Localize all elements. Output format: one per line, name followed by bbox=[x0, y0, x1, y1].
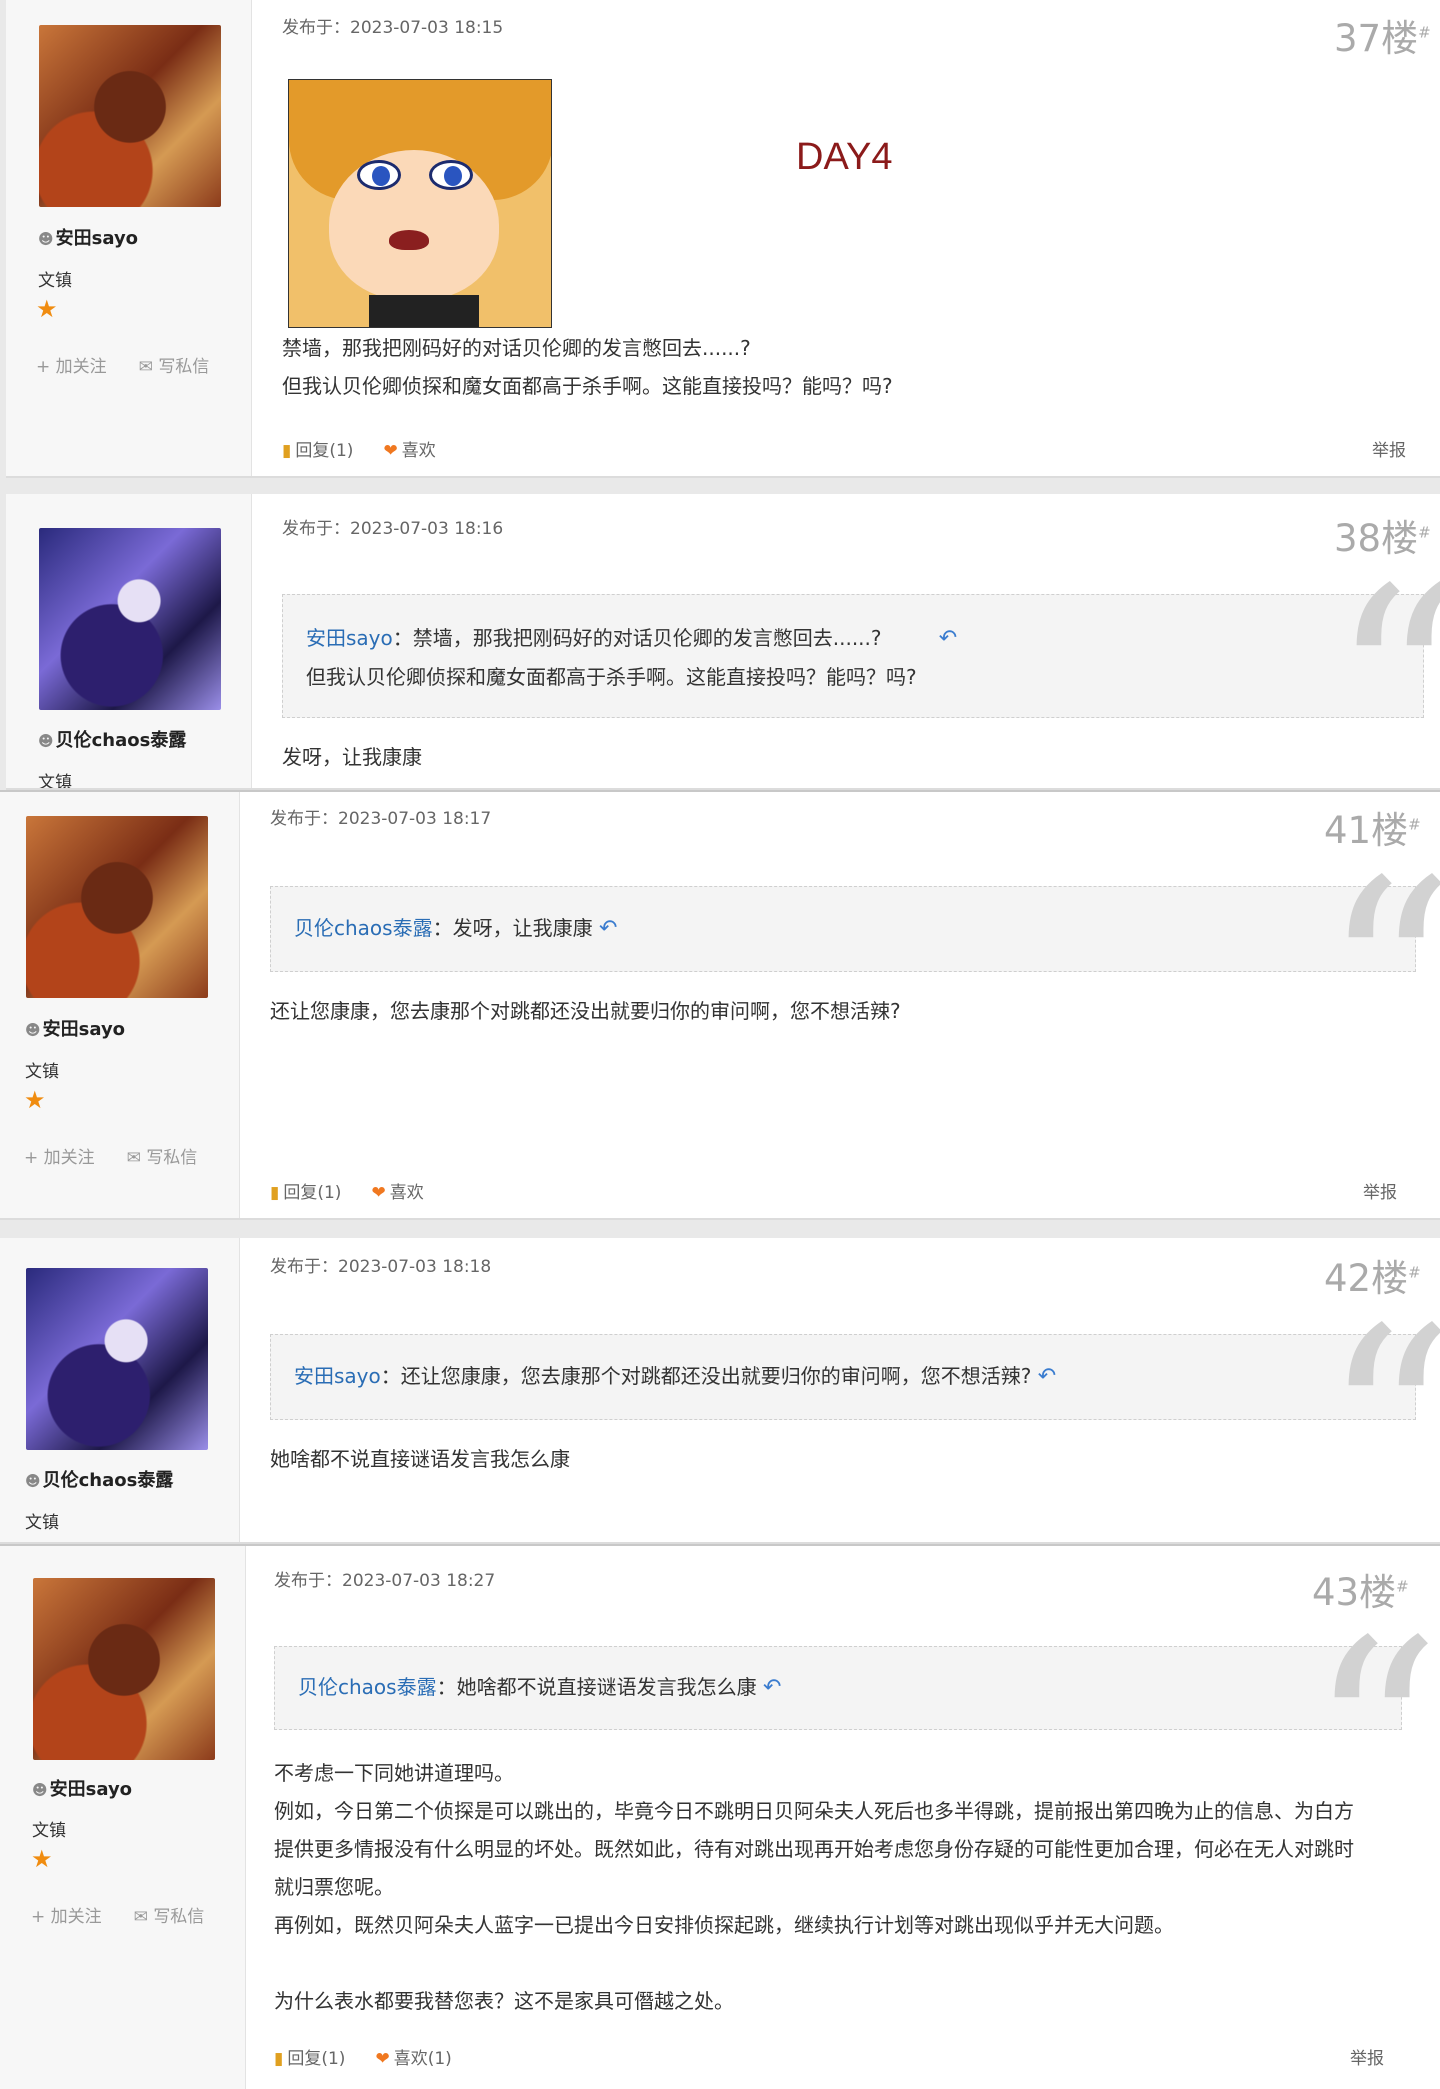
post-body: 她啥都不说直接谜语发言我怎么康 bbox=[270, 1447, 570, 1471]
username[interactable]: ☻ 安田sayo bbox=[25, 1015, 125, 1041]
user-icon: ☻ bbox=[38, 732, 54, 750]
sticker-image bbox=[288, 79, 552, 328]
avatar[interactable] bbox=[26, 1268, 208, 1450]
username[interactable]: ☻ 贝伦chaos泰露 bbox=[38, 726, 186, 752]
message-button[interactable]: ✉ 写私信 bbox=[127, 1148, 214, 1168]
quote-block: “ 贝伦chaos泰露：她啥都不说直接谜语发言我怎么康 ↶ bbox=[274, 1607, 1440, 1867]
like-button[interactable]: ❤ 喜欢 bbox=[353, 441, 435, 461]
sticker-caption: DAY4 bbox=[796, 136, 893, 178]
username[interactable]: ☻ 安田sayo bbox=[32, 1775, 132, 1801]
user-actions: + 加关注 ✉ 写私信 bbox=[24, 1143, 229, 1168]
post-footer: ▮ 回复(1) ❤ 喜欢 bbox=[282, 436, 436, 461]
star-icon: ★ bbox=[24, 1086, 46, 1114]
post-footer: ▮ 回复(1) ❤ 喜欢 bbox=[270, 1178, 424, 1203]
report-link[interactable]: 举报 bbox=[1372, 436, 1406, 461]
post-footer: ▮ 回复(1) ❤ 喜欢(1) bbox=[274, 2044, 452, 2069]
quote-username[interactable]: 安田sayo bbox=[306, 626, 393, 650]
heart-icon: ❤ bbox=[375, 2049, 390, 2069]
username[interactable]: ☻ 贝伦chaos泰露 bbox=[25, 1466, 173, 1492]
quote-mark-icon: “ bbox=[1330, 534, 1440, 790]
quote-username[interactable]: 贝伦chaos泰露 bbox=[298, 1675, 437, 1699]
avatar[interactable] bbox=[39, 25, 221, 207]
quote-block: “ 安田sayo：还让您康康，您去康那个对跳都还没出就要归你的审问啊，您不想活辣… bbox=[270, 1295, 1440, 1542]
post-body: 禁墙，那我把刚码好的对话贝伦卿的发言憋回去......? 但我认贝伦卿侦探和魔女面… bbox=[282, 336, 893, 398]
quote-text: 安田sayo：还让您康康，您去康那个对跳都还没出就要归你的审问啊，您不想活辣? … bbox=[294, 1364, 1057, 1389]
floor-number: 37楼# bbox=[1334, 17, 1431, 60]
post-42: ☻ 贝伦chaos泰露 文镇 发布于：2023-07-03 18:18 42楼# … bbox=[0, 1238, 1440, 1544]
post-time: 发布于：2023-07-03 18:18 bbox=[270, 1257, 492, 1277]
quote-text: 贝伦chaos泰露：发呀，让我康康 ↶ bbox=[294, 916, 618, 941]
follow-button[interactable]: + 加关注 bbox=[36, 357, 123, 377]
user-level: 文镇 bbox=[38, 271, 72, 291]
quote-mark-icon: “ bbox=[1322, 826, 1440, 1128]
post-41: ☻ 安田sayo 文镇 ★ + 加关注 ✉ 写私信 发布于：2023-07-03 1… bbox=[0, 790, 1440, 1220]
username[interactable]: ☻ 安田sayo bbox=[38, 224, 138, 250]
reply-button[interactable]: ▮ 回复(1) bbox=[282, 441, 353, 461]
user-level: 文镇 bbox=[25, 1062, 59, 1082]
user-sidebar: ☻ 贝伦chaos泰露 文镇 bbox=[0, 1238, 240, 1542]
user-icon: ☻ bbox=[25, 1472, 41, 1490]
user-icon: ☻ bbox=[38, 230, 54, 248]
heart-icon: ❤ bbox=[383, 441, 398, 461]
avatar[interactable] bbox=[26, 816, 208, 998]
avatar[interactable] bbox=[39, 528, 221, 710]
quote-block: “ 贝伦chaos泰露：发呀，让我康康 ↶ bbox=[270, 847, 1440, 1107]
quote-text: 贝伦chaos泰露：她啥都不说直接谜语发言我怎么康 ↶ bbox=[298, 1675, 782, 1700]
report-link[interactable]: 举报 bbox=[1363, 1178, 1397, 1203]
user-sidebar: ☻ 安田sayo 文镇 ★ + 加关注 ✉ 写私信 bbox=[6, 0, 252, 476]
post-38: ☻ 贝伦chaos泰露 文镇 发布于：2023-07-03 18:16 38楼# … bbox=[6, 494, 1440, 790]
post-time: 发布于：2023-07-03 18:17 bbox=[270, 809, 492, 829]
quote-username[interactable]: 贝伦chaos泰露 bbox=[294, 916, 433, 940]
jump-to-quote-icon[interactable]: ↶ bbox=[763, 1675, 781, 1700]
user-sidebar: ☻ 安田sayo 文镇 ★ + 加关注 ✉ 写私信 bbox=[0, 1546, 246, 2089]
reply-button[interactable]: ▮ 回复(1) bbox=[270, 1183, 341, 1203]
post-time: 发布于：2023-07-03 18:15 bbox=[282, 18, 504, 38]
reply-button[interactable]: ▮ 回复(1) bbox=[274, 2049, 345, 2069]
jump-to-quote-icon[interactable]: ↶ bbox=[939, 626, 957, 651]
user-sidebar: ☻ 安田sayo 文镇 ★ + 加关注 ✉ 写私信 bbox=[0, 792, 240, 1218]
quote-username[interactable]: 安田sayo bbox=[294, 1364, 381, 1388]
avatar[interactable] bbox=[33, 1578, 215, 1760]
comment-icon: ▮ bbox=[270, 1183, 280, 1203]
report-link[interactable]: 举报 bbox=[1350, 2044, 1384, 2069]
post-time: 发布于：2023-07-03 18:27 bbox=[274, 1571, 496, 1591]
user-actions: + 加关注 ✉ 写私信 bbox=[36, 352, 241, 377]
post-body: 发呀，让我康康 bbox=[282, 745, 422, 769]
user-icon: ☻ bbox=[25, 1021, 41, 1039]
like-button[interactable]: ❤ 喜欢(1) bbox=[345, 2049, 451, 2069]
post-time: 发布于：2023-07-03 18:16 bbox=[282, 519, 504, 539]
quote-mark-icon: “ bbox=[1322, 1274, 1440, 1544]
user-actions: + 加关注 ✉ 写私信 bbox=[31, 1902, 236, 1927]
follow-button[interactable]: + 加关注 bbox=[31, 1907, 118, 1927]
message-button[interactable]: ✉ 写私信 bbox=[134, 1907, 221, 1927]
jump-to-quote-icon[interactable]: ↶ bbox=[1038, 1364, 1056, 1389]
like-button[interactable]: ❤ 喜欢 bbox=[341, 1183, 423, 1203]
user-level: 文镇 bbox=[25, 1513, 59, 1533]
star-icon: ★ bbox=[31, 1845, 53, 1873]
post-body: 还让您康康，您去康那个对跳都还没出就要归你的审问啊，您不想活辣? bbox=[270, 999, 901, 1023]
post-37: ☻ 安田sayo 文镇 ★ + 加关注 ✉ 写私信 发布于：2023-07-03 1… bbox=[6, 0, 1440, 478]
jump-to-quote-icon[interactable]: ↶ bbox=[599, 916, 617, 941]
quote-text: 安田sayo：禁墙，那我把刚码好的对话贝伦卿的发言憋回去......? ↶ 但我… bbox=[306, 626, 958, 689]
comment-icon: ▮ bbox=[282, 441, 292, 461]
star-icon: ★ bbox=[36, 295, 58, 323]
comment-icon: ▮ bbox=[274, 2049, 284, 2069]
post-43: ☻ 安田sayo 文镇 ★ + 加关注 ✉ 写私信 发布于：2023-07-03 1… bbox=[0, 1544, 1440, 2089]
quote-block: “ 安田sayo：禁墙，那我把刚码好的对话贝伦卿的发言憋回去......? ↶ … bbox=[282, 555, 1440, 788]
follow-button[interactable]: + 加关注 bbox=[24, 1148, 111, 1168]
heart-icon: ❤ bbox=[371, 1183, 386, 1203]
user-icon: ☻ bbox=[32, 1781, 48, 1799]
post-body: 不考虑一下同她讲道理吗。 例如，今日第二个侦探是可以跳出的，毕竟今日不跳明日贝阿… bbox=[274, 1761, 1354, 2013]
user-level: 文镇 bbox=[32, 1821, 66, 1841]
user-sidebar: ☻ 贝伦chaos泰露 文镇 bbox=[6, 494, 252, 788]
message-button[interactable]: ✉ 写私信 bbox=[139, 357, 226, 377]
user-level: 文镇 bbox=[38, 773, 72, 790]
